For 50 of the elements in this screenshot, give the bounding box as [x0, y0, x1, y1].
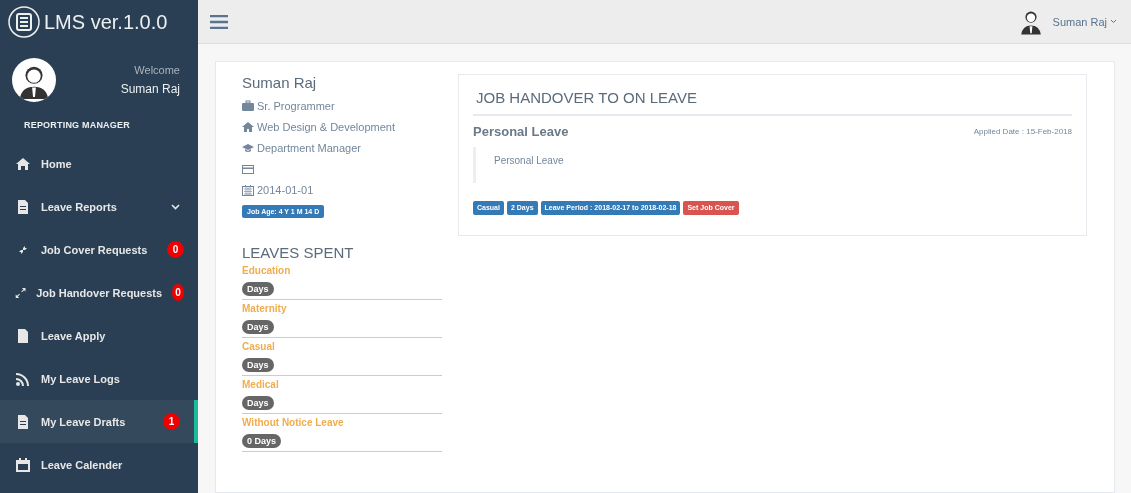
count-badge: 0	[172, 284, 184, 301]
document-icon	[15, 413, 31, 430]
sidebar-item[interactable]: My Leave Logs	[0, 357, 198, 400]
leave-type: Medical	[242, 379, 280, 390]
leave-title: Personal Leave	[473, 124, 569, 139]
count-badge: 0	[167, 241, 184, 258]
days-badge: Days	[242, 396, 274, 410]
sidebar-item[interactable]: My Leave Drafts 1	[0, 400, 198, 443]
menu-icon[interactable]	[210, 14, 228, 29]
count-badge: 1	[163, 413, 180, 430]
home-icon	[242, 120, 254, 133]
profile-name: Suman Raj	[242, 74, 318, 91]
calendar-icon	[15, 456, 31, 473]
app-title: LMS ver.1.0.0	[44, 10, 168, 34]
chevron-down-icon	[1110, 19, 1117, 24]
file-icon	[15, 327, 31, 344]
card-icon	[242, 162, 254, 175]
sidebar-item[interactable]: Job Handover Requests 0	[0, 271, 198, 314]
leave-reason: Personal Leave	[473, 147, 1072, 183]
days-badge: Days	[242, 320, 274, 334]
home-icon	[15, 155, 31, 172]
sidebar-item[interactable]: Job Cover Requests 0	[0, 228, 198, 271]
rss-icon	[15, 370, 31, 387]
profile-detail: Web Design & Development	[257, 120, 395, 133]
welcome-label: Welcome	[134, 64, 180, 76]
sidebar-item[interactable]: Leave Reports	[0, 185, 198, 228]
document-icon	[15, 198, 31, 215]
card-title: JOB HANDOVER TO ON LEAVE	[473, 75, 1072, 116]
applied-date: Applied Date : 15-Feb-2018	[973, 127, 1072, 136]
calendar-icon	[242, 183, 254, 196]
profile-detail: Sr. Programmer	[257, 99, 335, 112]
profile-detail: Department Manager	[257, 141, 361, 154]
leave-type: Without Notice Leave	[242, 417, 345, 428]
graduation-cap-icon	[242, 141, 254, 154]
leave-type: Education	[242, 265, 292, 276]
user-menu[interactable]: Suman Raj	[1052, 15, 1117, 28]
sidebar-item[interactable]: Leave Apply	[0, 314, 198, 357]
profile-detail: 2014-01-01	[257, 183, 314, 196]
sidebar-item[interactable]: Home	[0, 142, 198, 185]
days-badge: Days	[242, 358, 274, 372]
user-name: Suman Raj	[120, 82, 180, 96]
days-badge: 0 Days	[242, 434, 282, 448]
briefcase-icon	[242, 99, 254, 112]
days-badge: Days	[242, 282, 274, 296]
section-title: REPORTING MANAGER	[23, 119, 131, 132]
leave-type: Maternity	[242, 303, 288, 314]
sidebar-item[interactable]: Leave Calender	[0, 443, 198, 486]
section-heading: LEAVES SPENT	[242, 244, 355, 261]
leave-type: Casual	[242, 341, 276, 352]
list-logo-icon	[8, 6, 40, 38]
